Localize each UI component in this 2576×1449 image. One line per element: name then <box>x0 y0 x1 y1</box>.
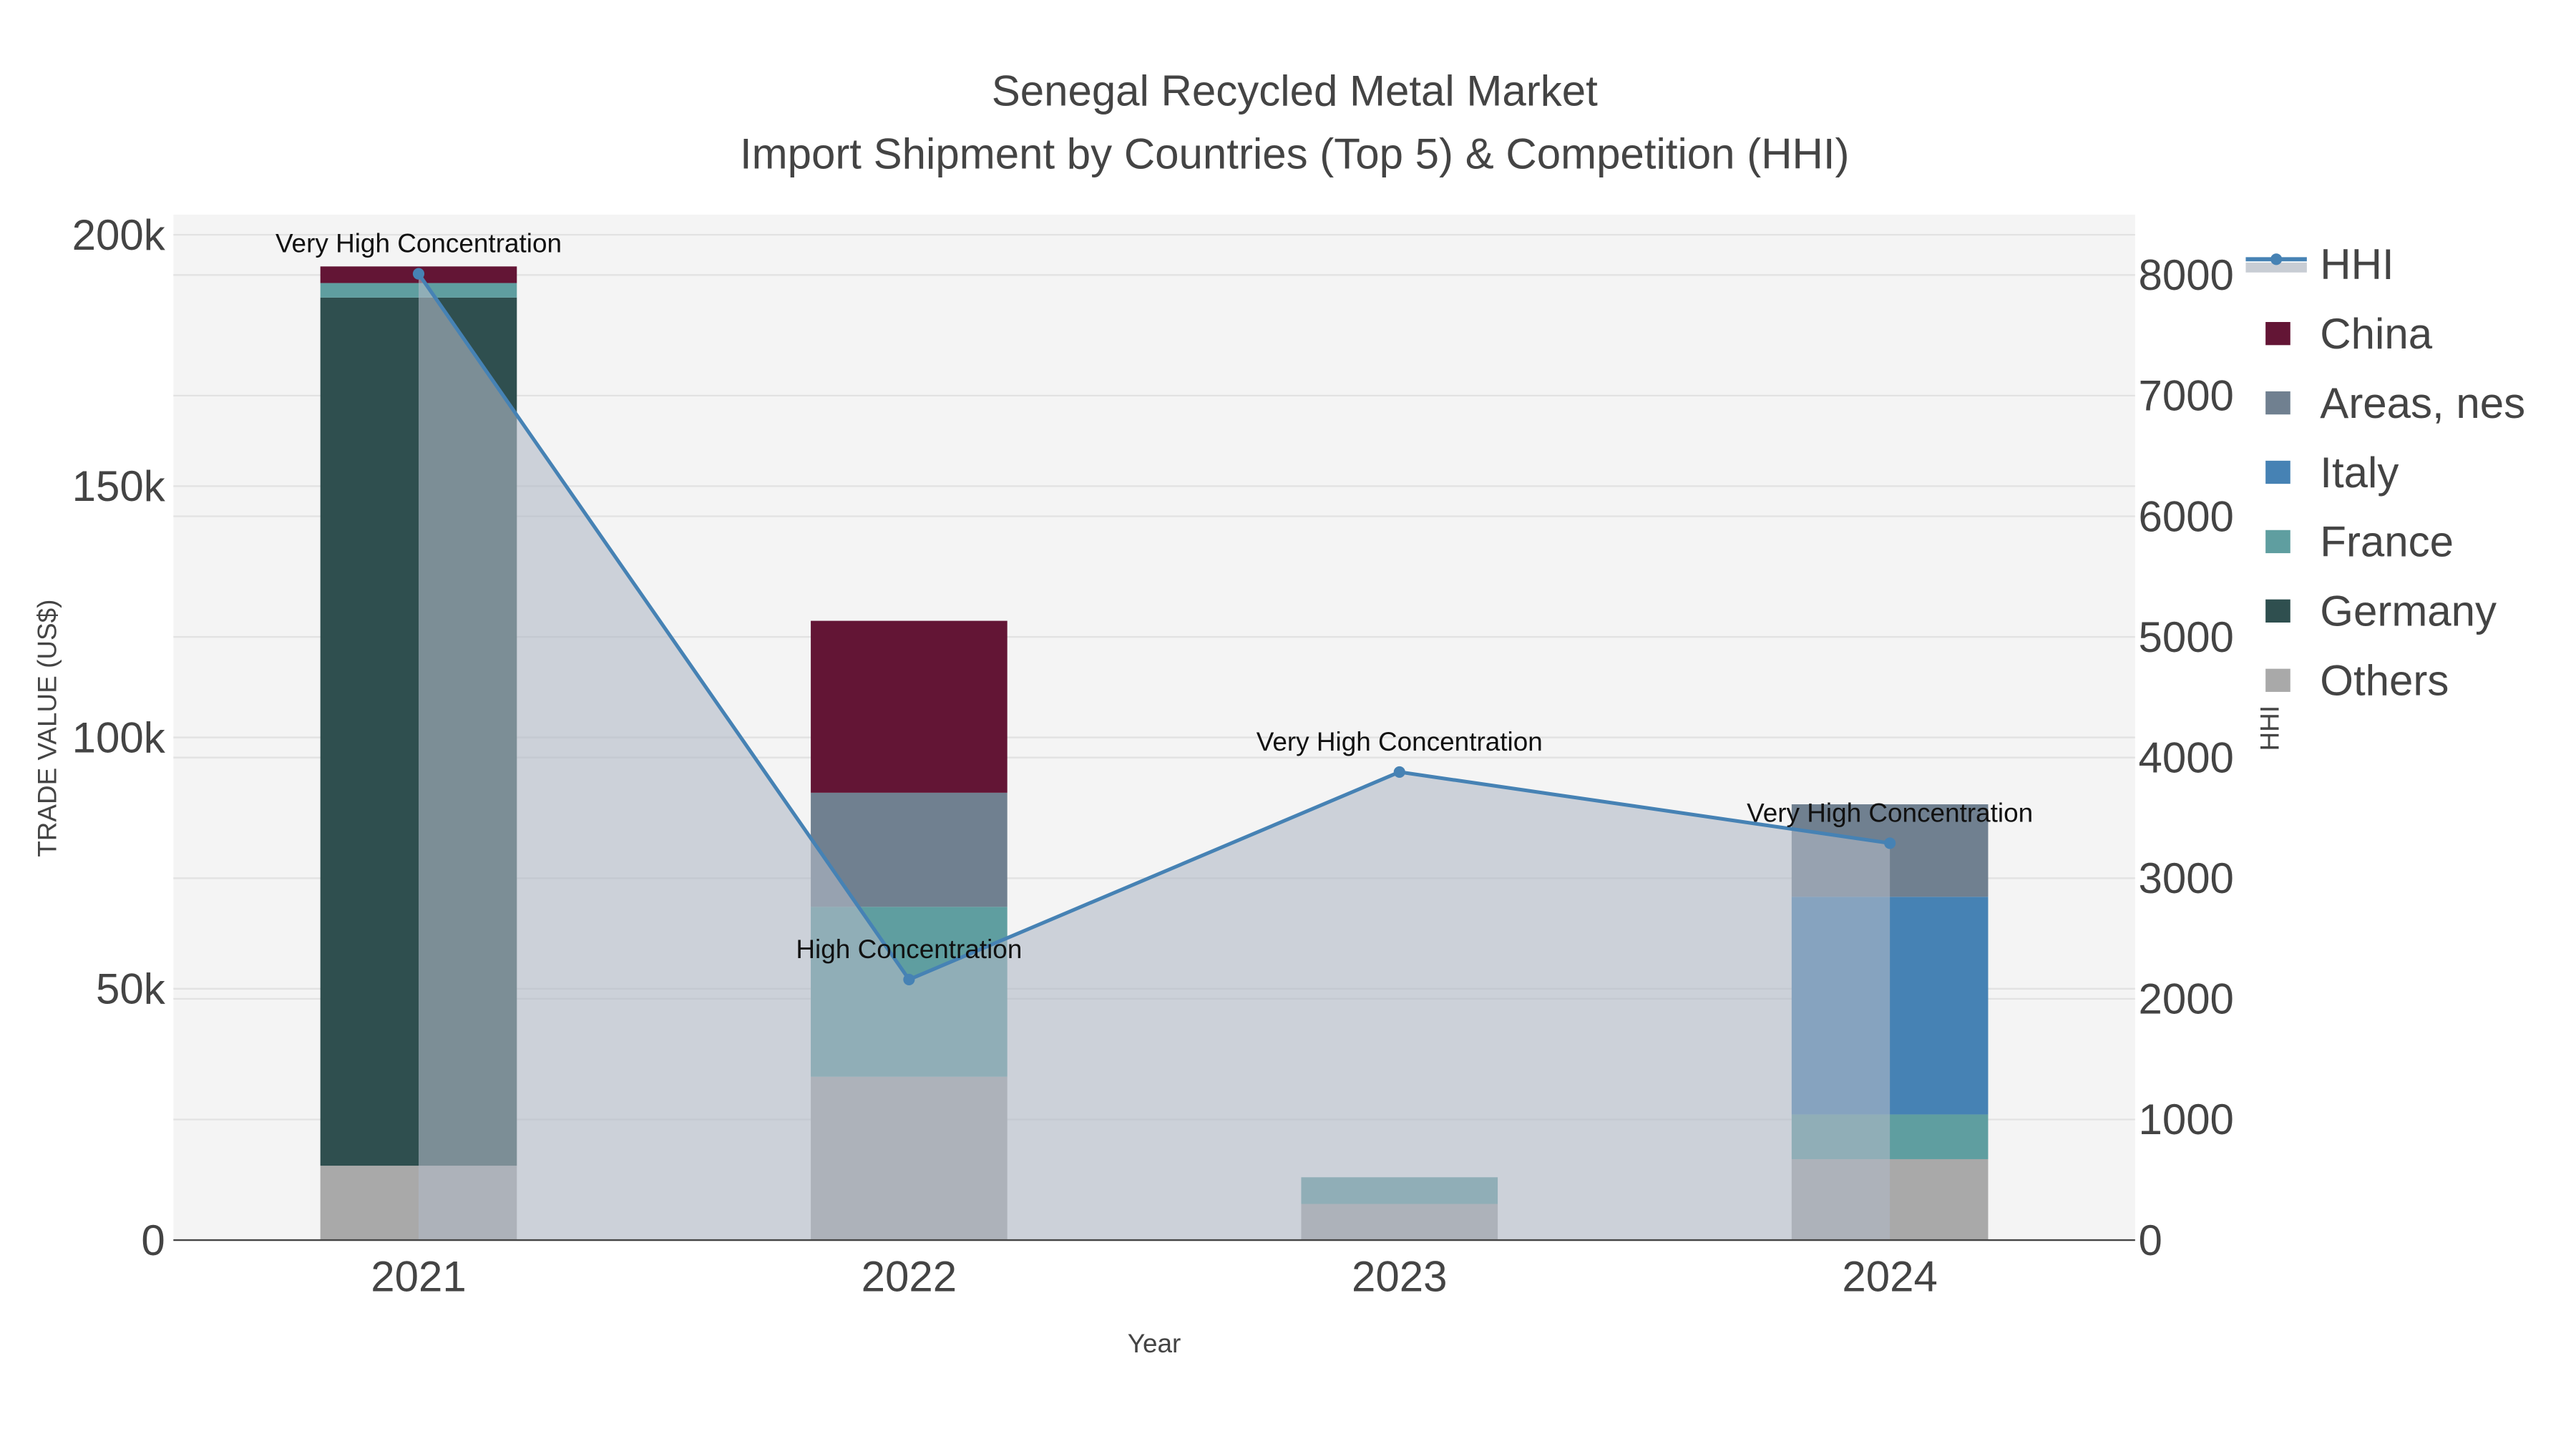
legend-label-china: China <box>2320 310 2432 358</box>
legend-swatch-france <box>2265 530 2290 554</box>
y2-tick-label: 7000 <box>2138 372 2233 420</box>
chart-title-line1: Senegal Recycled Metal Market <box>992 67 1598 115</box>
y-axis-label: TRADE VALUE (US$) <box>32 600 62 857</box>
y2-axis-label: HHI <box>2255 706 2285 751</box>
legend-swatch-others <box>2265 668 2290 692</box>
y2-tick-label: 3000 <box>2138 854 2233 902</box>
legend-swatch-italy <box>2265 460 2290 484</box>
y2-tick-label: 8000 <box>2138 251 2233 299</box>
legend-label-others: Others <box>2320 657 2449 705</box>
hhi-point-2024 <box>1884 837 1896 849</box>
x-tick-label: 2023 <box>1352 1253 1447 1301</box>
legend-label-areas-nes: Areas, nes <box>2320 379 2525 427</box>
legend-swatch-areas-nes <box>2265 391 2290 415</box>
y2-tick-label: 5000 <box>2138 613 2233 661</box>
y2-tick-label: 1000 <box>2138 1096 2233 1143</box>
legend-swatch-germany <box>2265 599 2290 623</box>
legend-label-france: France <box>2320 518 2454 566</box>
hhi-annotation-2022: High Concentration <box>796 935 1022 964</box>
legend-label-italy: Italy <box>2320 449 2399 497</box>
y2-tick-label: 6000 <box>2138 492 2233 540</box>
y2-axis-ticks: 0 1000 2000 3000 4000 5000 6000 7000 8000 <box>2138 251 2233 1264</box>
hhi-annotation-2021: Very High Concentration <box>275 229 562 258</box>
y-tick-label: 100k <box>72 713 166 761</box>
legend-hhi-marker <box>2270 253 2283 265</box>
legend-label-germany: Germany <box>2320 587 2497 635</box>
hhi-point-2022 <box>903 973 915 985</box>
y2-tick-label: 2000 <box>2138 975 2233 1023</box>
y-tick-label: 50k <box>96 965 166 1013</box>
legend-label-hhi: HHI <box>2320 240 2394 288</box>
x-axis-label: Year <box>1128 1329 1181 1358</box>
bar-china-2022 <box>811 620 1008 793</box>
chart: Very High Concentration High Concentratio… <box>0 0 2576 1449</box>
x-tick-label: 2024 <box>1842 1253 1937 1301</box>
hhi-point-2023 <box>1393 766 1405 778</box>
y-tick-label: 150k <box>72 462 166 510</box>
chart-title-line2: Import Shipment by Countries (Top 5) & C… <box>740 130 1850 177</box>
x-tick-label: 2021 <box>371 1253 466 1301</box>
y2-tick-label: 0 <box>2138 1216 2162 1264</box>
x-tick-label: 2022 <box>862 1253 957 1301</box>
hhi-point-2021 <box>412 268 425 280</box>
hhi-annotation-2023: Very High Concentration <box>1257 727 1543 756</box>
hhi-annotation-2024: Very High Concentration <box>1747 798 2033 827</box>
legend-swatch-china <box>2265 322 2290 346</box>
y2-tick-label: 4000 <box>2138 733 2233 781</box>
y-tick-label: 0 <box>141 1216 165 1264</box>
y-tick-label: 200k <box>72 211 166 259</box>
